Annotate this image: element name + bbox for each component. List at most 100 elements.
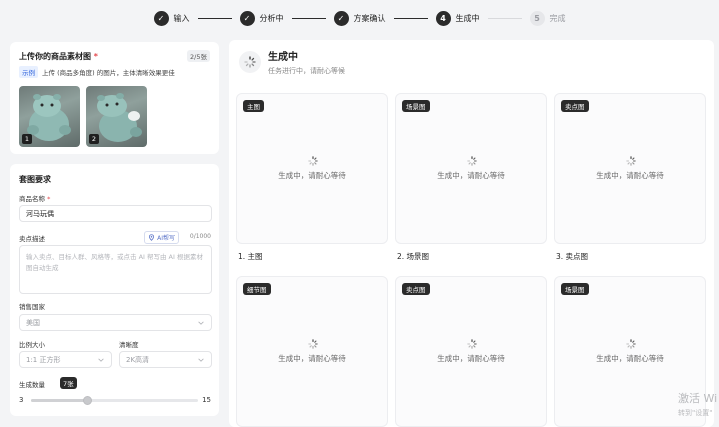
- loading-text: 生成中，请耐心等待: [596, 354, 664, 363]
- step-input: ✓ 输入: [153, 10, 190, 26]
- slider-fill: [31, 399, 87, 402]
- uploaded-image-thumb[interactable]: 2: [86, 86, 147, 147]
- step-connector: [197, 17, 232, 19]
- step-label: 分析中: [259, 13, 284, 23]
- example-tag[interactable]: 示例: [19, 66, 38, 78]
- step-connector: [393, 17, 428, 19]
- loading-spinner-icon: [239, 51, 261, 73]
- product-name-input[interactable]: 河马玩偶: [19, 205, 212, 222]
- resolution-value: 2K高清: [126, 355, 150, 364]
- required-mark: *: [93, 52, 98, 61]
- spinner-icon: [308, 156, 318, 168]
- upload-hint: 示例 上传 (商品多角度) 的图片，主体清晰效果更佳: [19, 66, 175, 78]
- resolution-label: 清晰度: [119, 341, 139, 349]
- tile-caption: 2. 场景图: [397, 252, 430, 261]
- loading-text: 生成中，请耐心等待: [596, 171, 664, 180]
- step-analyzing: ✓ 分析中: [239, 10, 284, 26]
- progress-stepper: ✓ 输入 ✓ 分析中 ✓ 方案确认 4 生成中 5 完成: [0, 0, 719, 36]
- step-label: 完成: [549, 13, 566, 23]
- watermark-line2: 转到"设置": [678, 409, 713, 417]
- step-number: 4: [435, 10, 451, 26]
- result-tile[interactable]: 卖点图生成中，请耐心等待: [395, 276, 547, 427]
- ai-write-label: AI帮写: [157, 235, 175, 242]
- tile-caption: 3. 卖点图: [556, 252, 589, 261]
- loading-text: 生成中，请耐心等待: [437, 171, 505, 180]
- tile-type-tag: 场景图: [561, 283, 589, 295]
- step-label: 输入: [173, 13, 190, 23]
- slider-thumb[interactable]: [82, 396, 92, 405]
- step-label: 生成中: [455, 13, 480, 23]
- tile-caption: 1. 主图: [238, 252, 263, 261]
- windows-activation-watermark: 激活 Wi 转到"设置": [678, 390, 717, 418]
- ratio-label: 比例大小: [19, 341, 45, 349]
- generation-heading: 生成中 任务进行中，请耐心等候: [268, 48, 345, 76]
- product-name-label: 商品名称 *: [19, 193, 50, 203]
- spinner-icon: [244, 56, 256, 68]
- location-pin-icon: [149, 234, 155, 241]
- country-value: 美国: [26, 318, 40, 327]
- check-icon: ✓: [153, 10, 169, 26]
- resolution-select[interactable]: 2K高清: [119, 351, 212, 368]
- step-number: 5: [529, 10, 545, 26]
- spinner-icon: [467, 156, 477, 168]
- upload-card: 上传你的商品素材图 * 2/5张 示例 上传 (商品多角度) 的图片，主体清晰效…: [10, 42, 219, 154]
- step-generating: 4 生成中: [435, 10, 480, 26]
- check-icon: ✓: [239, 10, 255, 26]
- quantity-label: 生成数量: [19, 381, 45, 389]
- tile-type-tag: 场景图: [402, 100, 430, 112]
- tile-type-tag: 细节图: [243, 283, 271, 295]
- check-icon: ✓: [333, 10, 349, 26]
- tile-type-tag: 卖点图: [561, 100, 589, 112]
- result-tile[interactable]: 主图生成中，请耐心等待: [236, 93, 388, 244]
- uploaded-image-thumb[interactable]: 1: [19, 86, 80, 147]
- step-connector: [487, 17, 522, 19]
- thumb-index: 1: [22, 134, 32, 144]
- result-tile[interactable]: 场景图生成中，请耐心等待: [395, 93, 547, 244]
- upload-thumbnails: 1 2: [19, 86, 147, 147]
- upload-hint-text: 上传 (商品多角度) 的图片，主体清晰效果更佳: [42, 69, 175, 77]
- loading-text: 生成中，请耐心等待: [278, 354, 346, 363]
- result-tile[interactable]: 卖点图生成中，请耐心等待: [554, 93, 706, 244]
- ratio-select[interactable]: 1:1 正方形: [19, 351, 112, 368]
- char-count: 0/1000: [189, 233, 211, 240]
- generation-subtitle: 任务进行中，请耐心等候: [268, 67, 345, 75]
- slider-max: 15: [202, 396, 211, 404]
- thumb-index: 2: [89, 134, 99, 144]
- step-plan-confirm: ✓ 方案确认: [333, 10, 386, 26]
- step-label: 方案确认: [353, 13, 386, 23]
- ai-write-button[interactable]: AI帮写: [144, 231, 179, 244]
- country-label: 销售国家: [19, 303, 45, 311]
- requirements-card: 套图要求 商品名称 * 河马玩偶 卖点描述 AI帮写 0/1000 输入卖点、目…: [10, 164, 219, 416]
- watermark-line1: 激活 Wi: [678, 392, 718, 405]
- generation-header: 生成中 任务进行中，请耐心等候: [239, 48, 345, 76]
- quantity-badge: 7张: [60, 377, 77, 389]
- upload-count-badge: 2/5张: [187, 50, 210, 62]
- chevron-down-icon: [98, 358, 104, 362]
- tile-type-tag: 主图: [243, 100, 264, 112]
- spinner-icon: [626, 339, 636, 351]
- slider-min: 3: [19, 396, 24, 404]
- requirements-title: 套图要求: [19, 175, 51, 184]
- upload-title-text: 上传你的商品素材图: [19, 52, 91, 61]
- generation-title: 生成中: [268, 52, 298, 63]
- country-select[interactable]: 美国: [19, 314, 212, 331]
- spinner-icon: [626, 156, 636, 168]
- selling-points-label: 卖点描述: [19, 235, 45, 243]
- result-tile[interactable]: 细节图生成中，请耐心等待: [236, 276, 388, 427]
- loading-text: 生成中，请耐心等待: [278, 171, 346, 180]
- tile-type-tag: 卖点图: [402, 283, 430, 295]
- chevron-down-icon: [198, 358, 204, 362]
- selling-points-textarea[interactable]: 输入卖点、目标人群、风格等，或点击 AI 帮写由 AI 根据素材图自动生成: [19, 245, 212, 294]
- product-name-label-text: 商品名称: [19, 195, 45, 203]
- step-complete: 5 完成: [529, 10, 566, 26]
- required-mark: *: [47, 195, 51, 203]
- upload-title: 上传你的商品素材图 *: [19, 51, 98, 62]
- spinner-icon: [308, 339, 318, 351]
- spinner-icon: [467, 339, 477, 351]
- generation-panel: 生成中 任务进行中，请耐心等候 主图 生成中，请耐心等待 1. 主图 场景图 生成中，请…: [229, 40, 714, 427]
- loading-text: 生成中，请耐心等待: [437, 354, 505, 363]
- quantity-slider[interactable]: [31, 396, 198, 405]
- chevron-down-icon: [198, 321, 204, 325]
- ratio-value: 1:1 正方形: [26, 355, 61, 364]
- step-connector: [291, 17, 326, 19]
